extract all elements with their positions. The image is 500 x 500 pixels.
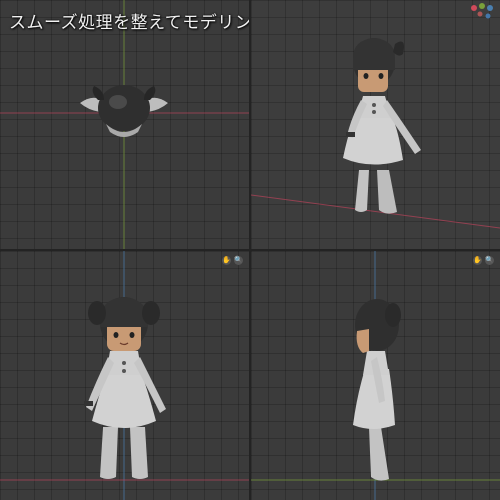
top-view-model xyxy=(0,0,249,249)
caption-text: スムーズ処理を整えてモデリング完了 xyxy=(9,13,249,33)
perspective-viewport[interactable] xyxy=(251,0,500,249)
side-view-viewport[interactable]: ✋ 🔍 xyxy=(251,251,500,500)
side-view-model xyxy=(251,251,500,500)
viewport-divider-horizontal[interactable] xyxy=(0,249,500,251)
front-view-viewport[interactable]: ✋ 🔍 xyxy=(0,251,249,500)
axis-gizmo[interactable] xyxy=(468,2,496,24)
top-view-viewport[interactable]: スムーズ処理を整えてモデリング完了 xyxy=(0,0,249,249)
perspective-model xyxy=(251,38,500,229)
front-view-model xyxy=(0,251,249,500)
